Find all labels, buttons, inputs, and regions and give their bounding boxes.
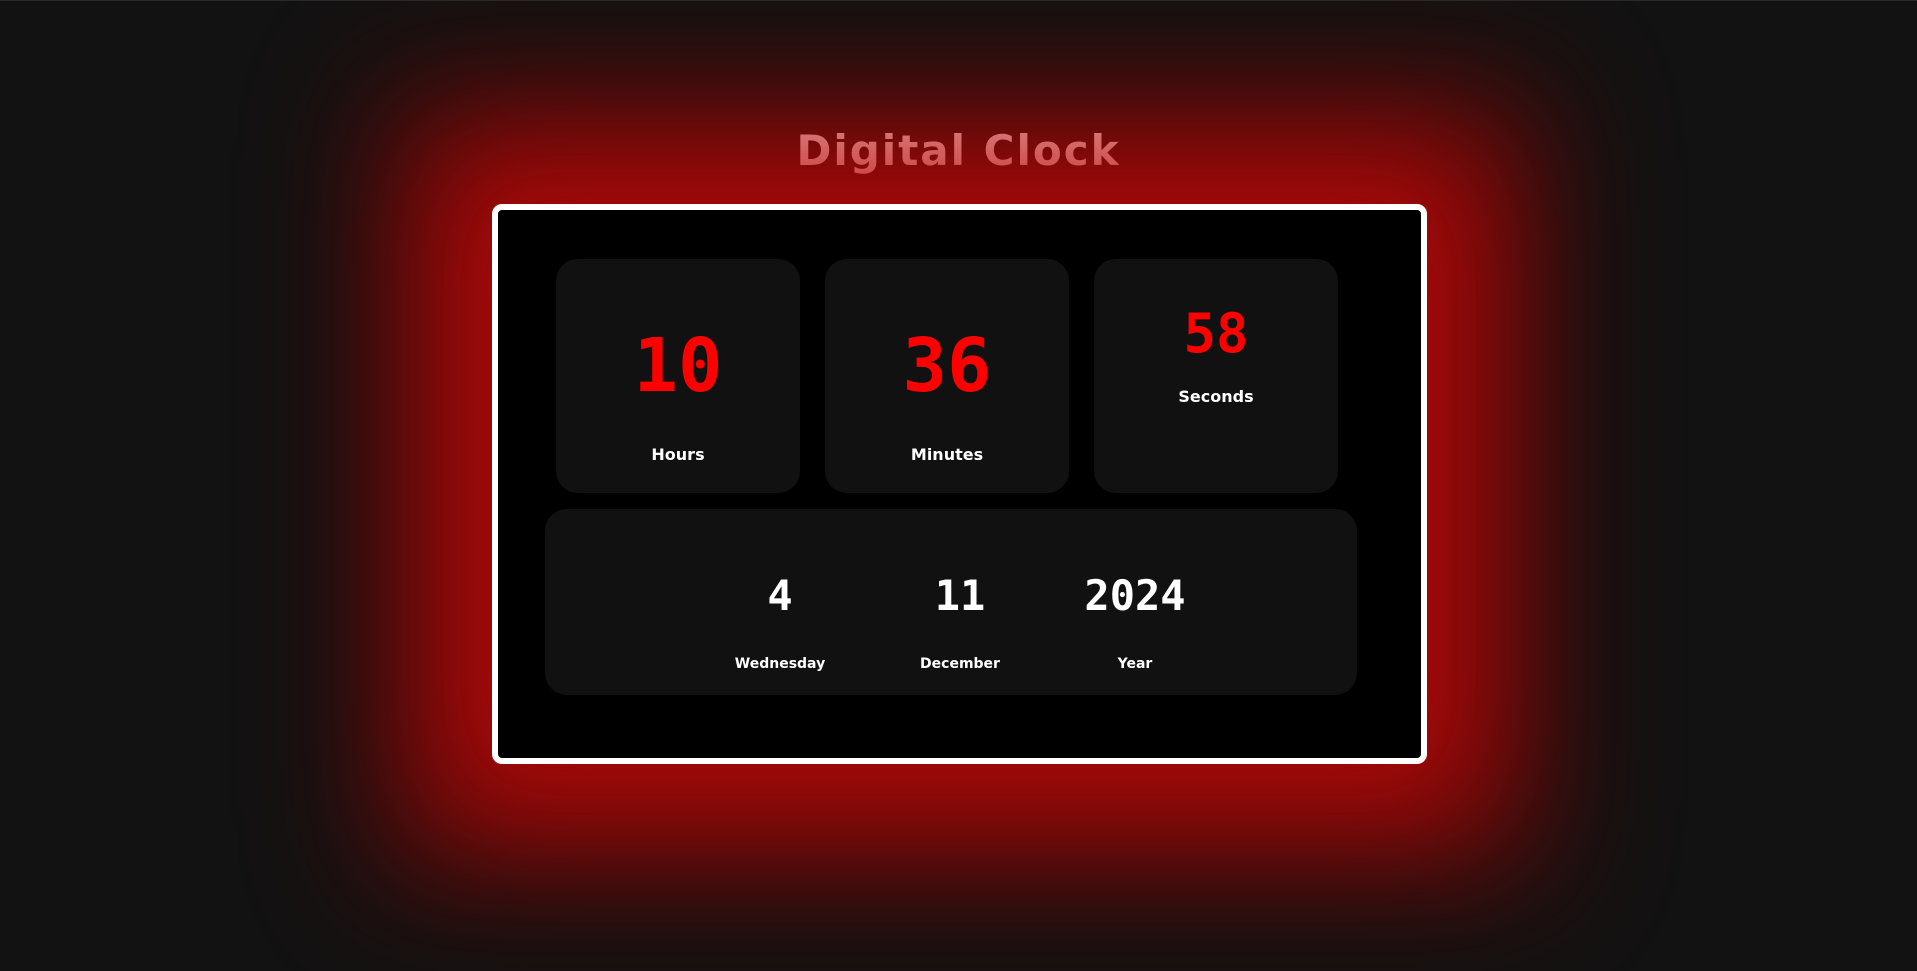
- clock-frame: 10 Hours 36 Minutes 58 Seconds 4 Wednesd…: [492, 204, 1427, 764]
- date-year-cell: 2024 Year: [1045, 509, 1225, 695]
- date-year-label: Year: [1117, 656, 1153, 672]
- seconds-value: 58: [1183, 302, 1249, 365]
- hours-value: 10: [633, 323, 723, 409]
- page-title: Digital Clock: [796, 126, 1121, 175]
- date-day-label: Wednesday: [734, 656, 826, 672]
- seconds-label: Seconds: [1178, 387, 1254, 406]
- date-month-value: 11: [934, 571, 986, 620]
- hours-label: Hours: [651, 445, 705, 464]
- date-day-cell: 4 Wednesday: [690, 509, 870, 695]
- date-day-value: 4: [767, 571, 793, 620]
- date-year-value: 2024: [1084, 571, 1186, 620]
- date-month-cell: 11 December: [870, 509, 1050, 695]
- date-panel: 4 Wednesday 11 December 2024 Year: [545, 509, 1357, 695]
- date-month-label: December: [920, 656, 1000, 672]
- minutes-value: 36: [902, 323, 992, 409]
- minutes-label: Minutes: [910, 445, 984, 464]
- page: Digital Clock 10 Hours 36 Minutes 58 Sec…: [0, 0, 1917, 971]
- seconds-tile: 58 Seconds: [1094, 259, 1338, 493]
- minutes-tile: 36 Minutes: [825, 259, 1069, 493]
- hours-tile: 10 Hours: [556, 259, 800, 493]
